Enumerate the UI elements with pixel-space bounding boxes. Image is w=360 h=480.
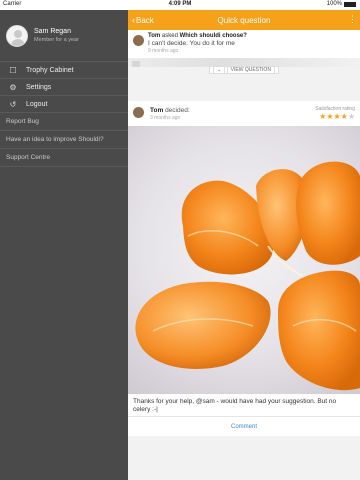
star-icon: ★	[340, 112, 348, 121]
status-bar: Carrier 4:09 PM 100%	[0, 0, 360, 10]
trophy-icon: ☐	[9, 65, 17, 75]
decision-photo	[128, 126, 360, 394]
menu-item-label: Logout	[26, 100, 48, 108]
nav-bar: ‹ Back Quick question ⋮	[128, 10, 360, 30]
decision-time: 3 months ago	[150, 115, 181, 121]
question-verb: asked	[161, 33, 178, 39]
menu-item-logout[interactable]: ↺ Logout	[0, 96, 128, 113]
decision-caption: Thanks for your help, @sam - would have …	[128, 394, 360, 416]
back-button[interactable]: ‹ Back	[132, 15, 154, 25]
question-header: Tom asked Which shouldi choose?	[148, 33, 247, 39]
view-question-button[interactable]: ⌄ VIEW QUESTION	[128, 66, 360, 75]
star-rating: ★★★★★	[315, 112, 355, 121]
decision-card: Tom decided: 3 months ago Satisfaction r…	[128, 101, 360, 436]
profile-header[interactable]: Sam Regan Member for a year	[0, 10, 128, 62]
back-label: Back	[136, 15, 154, 25]
comment-button[interactable]: Comment	[128, 416, 360, 436]
avatar	[6, 24, 28, 47]
battery-indicator: 100%	[327, 1, 356, 7]
decision-header: Tom decided: 3 months ago Satisfaction r…	[128, 101, 360, 126]
status-time: 4:09 PM	[168, 1, 192, 7]
main-panel: ‹ Back Quick question ⋮ Tom asked Which …	[128, 10, 360, 480]
menu-item-settings[interactable]: ⚙ Settings	[0, 79, 128, 96]
page-title: Quick question	[217, 15, 271, 25]
menu-item-trophy-cabinet[interactable]: ☐ Trophy Cabinet	[0, 62, 128, 79]
view-question-label: VIEW QUESTION	[226, 66, 275, 74]
star-icon: ★	[347, 112, 355, 121]
profile-name: Sam Regan	[34, 28, 71, 35]
decision-author: Tom	[150, 107, 164, 114]
question-card[interactable]: Tom asked Which shouldi choose? I can't …	[128, 30, 360, 70]
more-vertical-icon[interactable]: ⋮	[348, 14, 357, 25]
question-body: I can't decide. You do it for me	[148, 40, 235, 47]
battery-icon	[344, 1, 356, 7]
menu-item-label: Settings	[26, 83, 52, 91]
improve-idea-link[interactable]: Have an idea to improve Shouldi?	[0, 131, 128, 149]
decision-verb: decided:	[165, 107, 190, 114]
decision-title: Tom decided:	[150, 107, 190, 114]
avatar	[133, 107, 144, 118]
question-title: Which shouldi choose?	[179, 33, 247, 39]
satisfaction-rating: Satisfaction rating ★★★★★	[315, 106, 355, 121]
side-drawer: Sam Regan Member for a year ☐ Trophy Cab…	[0, 10, 128, 480]
orange-segments-image	[135, 161, 360, 391]
avatar	[133, 35, 144, 46]
chevron-left-icon: ‹	[132, 15, 135, 25]
question-time: 9 months ago	[148, 48, 179, 54]
battery-percent: 100%	[326, 1, 342, 7]
profile-subtitle: Member for a year	[34, 37, 79, 43]
report-bug-link[interactable]: Report Bug	[0, 113, 128, 131]
menu-item-label: Trophy Cabinet	[26, 66, 74, 74]
gear-icon: ⚙	[9, 82, 17, 92]
support-centre-link[interactable]: Support Centre	[0, 149, 128, 167]
logout-icon: ↺	[9, 99, 17, 109]
question-author: Tom	[148, 33, 161, 39]
chevron-down-icon: ⌄	[213, 66, 226, 74]
star-icon: ★	[333, 112, 341, 121]
